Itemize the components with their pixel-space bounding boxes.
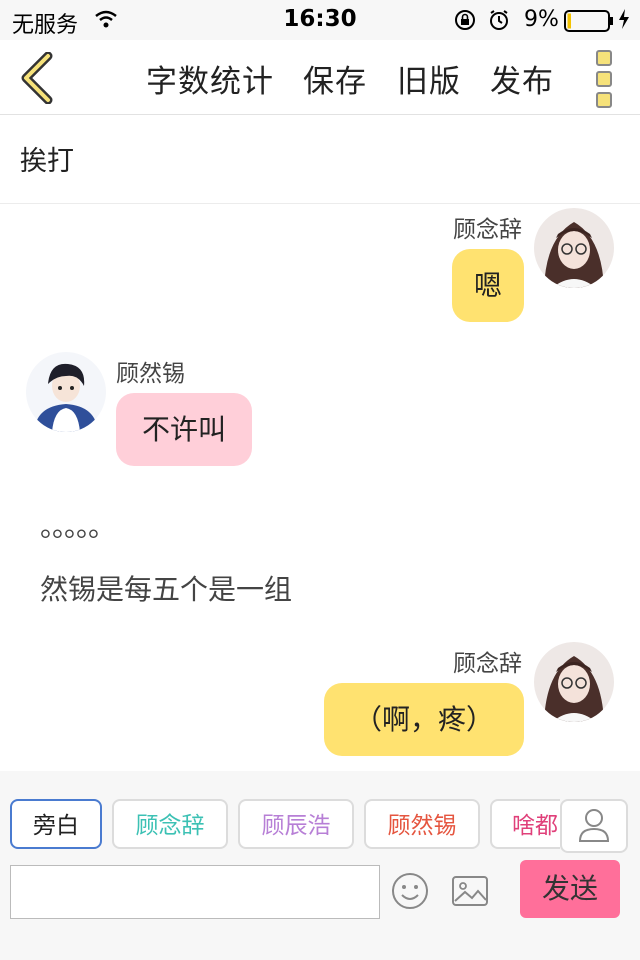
save-button[interactable]: 保存	[303, 56, 367, 101]
battery-percent: 9%	[524, 7, 559, 32]
smiley-icon	[392, 873, 428, 909]
role-chip[interactable]: 啥都	[490, 799, 560, 849]
battery-icon	[564, 10, 614, 38]
narration-text[interactable]: 然锡是每五个是一组	[40, 568, 292, 608]
chapter-title-row[interactable]: 挨打	[0, 115, 640, 204]
chevron-left-icon	[21, 51, 53, 105]
emoji-button[interactable]	[390, 871, 430, 915]
back-button[interactable]	[18, 51, 58, 105]
person-icon	[578, 809, 610, 842]
chapter-title: 挨打	[20, 146, 74, 177]
role-manage-button[interactable]	[560, 799, 628, 853]
avatar[interactable]	[534, 642, 614, 722]
message-bubble: （啊，疼）	[324, 683, 524, 756]
send-button[interactable]: 发送	[520, 860, 620, 918]
message-bubble: 嗯	[452, 249, 524, 322]
status-bar: 无服务 16:30 9%	[0, 0, 640, 40]
girl-avatar-icon	[534, 208, 614, 288]
rotation-lock-icon	[454, 9, 476, 37]
word-count-button[interactable]: 字数统计	[146, 56, 274, 101]
image-button[interactable]	[450, 871, 490, 915]
role-chip-narration[interactable]: 旁白	[10, 799, 102, 849]
avatar[interactable]	[534, 208, 614, 288]
girl-avatar-icon	[534, 642, 614, 722]
role-chip[interactable]: 顾念辞	[112, 799, 228, 849]
speaker-name: 顾念辞	[453, 217, 522, 243]
composer-panel: 旁白 顾念辞 顾辰浩 顾然锡 啥都 发送	[0, 771, 640, 960]
boy-avatar-icon	[26, 352, 106, 432]
more-menu-button[interactable]	[596, 50, 614, 108]
old-version-button[interactable]: 旧版	[397, 56, 461, 101]
charging-icon	[618, 9, 630, 35]
speaker-name: 顾念辞	[453, 651, 522, 677]
alarm-icon	[488, 9, 510, 37]
nav-bar: 字数统计 保存 旧版 发布	[0, 40, 640, 115]
narration-text[interactable]: 。。。。。	[40, 505, 116, 545]
menu-dot-icon	[596, 71, 612, 87]
role-chip[interactable]: 顾然锡	[364, 799, 480, 849]
message-bubble: 不许叫	[116, 393, 252, 466]
image-icon	[452, 876, 488, 906]
avatar[interactable]	[26, 352, 106, 432]
message-input[interactable]	[10, 865, 380, 919]
role-chip[interactable]: 顾辰浩	[238, 799, 354, 849]
publish-button[interactable]: 发布	[490, 56, 554, 101]
menu-dot-icon	[596, 92, 612, 108]
menu-dot-icon	[596, 50, 612, 66]
speaker-name: 顾然锡	[116, 361, 185, 387]
